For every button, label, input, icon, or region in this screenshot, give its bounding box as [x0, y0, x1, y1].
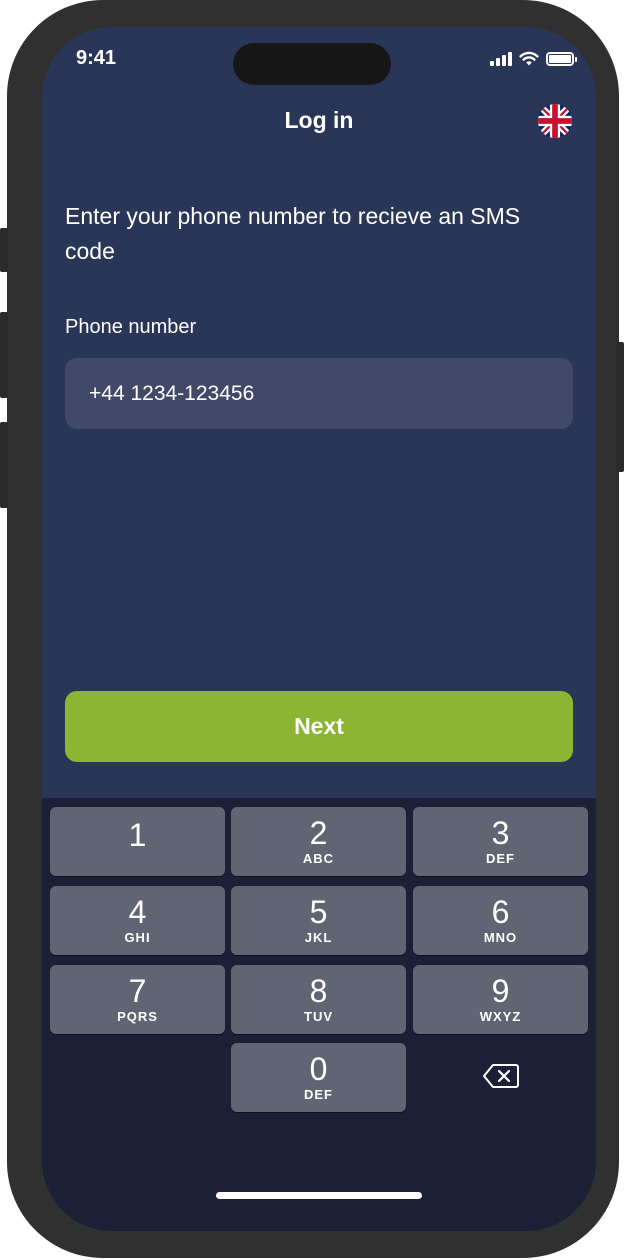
- key-number: 9: [491, 973, 510, 1009]
- key-number: 2: [309, 815, 328, 851]
- key-letters: ABC: [302, 851, 335, 866]
- key-number: 1: [128, 817, 147, 853]
- key-6[interactable]: 6 MNO: [413, 886, 588, 955]
- key-9[interactable]: 9 WXYZ: [413, 965, 588, 1034]
- key-letters: WXYZ: [479, 1009, 522, 1024]
- key-number: 4: [128, 894, 147, 930]
- key-letters: DEF: [304, 1087, 333, 1102]
- key-letters: GHI: [124, 930, 151, 945]
- key-letters: PQRS: [117, 1009, 158, 1024]
- key-number: 6: [491, 894, 510, 930]
- home-indicator[interactable]: [216, 1192, 422, 1199]
- key-number: 8: [309, 973, 328, 1009]
- key-4[interactable]: 4 GHI: [50, 886, 225, 955]
- cellular-signal-icon: [490, 51, 512, 66]
- key-8[interactable]: 8 TUV: [231, 965, 406, 1034]
- key-number: 3: [491, 815, 510, 851]
- uk-flag-icon[interactable]: [538, 104, 572, 138]
- key-letters: JKL: [304, 930, 333, 945]
- key-number: 7: [128, 973, 147, 1009]
- key-7[interactable]: 7 PQRS: [50, 965, 225, 1034]
- phone-number-input[interactable]: [65, 358, 573, 429]
- backspace-icon[interactable]: [482, 1063, 520, 1089]
- key-number: 0: [309, 1051, 328, 1087]
- instruction-text: Enter your phone number to recieve an SM…: [65, 203, 521, 264]
- next-button[interactable]: Next: [65, 691, 573, 762]
- status-icons: [490, 51, 577, 66]
- numeric-keypad: 1 2 ABC 3 DEF 4 GHI 5 JKL 6 MNO 7 PQRS 8…: [42, 798, 596, 1231]
- screen: 9:41 Log in Enter your phone number to r: [42, 27, 596, 1231]
- key-number: 5: [309, 894, 328, 930]
- battery-icon: [546, 51, 577, 66]
- key-letters: MNO: [483, 930, 518, 945]
- key-letters: DEF: [486, 851, 515, 866]
- key-3[interactable]: 3 DEF: [413, 807, 588, 876]
- wifi-icon: [519, 51, 539, 66]
- key-5[interactable]: 5 JKL: [231, 886, 406, 955]
- page-title: Log in: [284, 107, 354, 133]
- key-1[interactable]: 1: [50, 807, 225, 876]
- key-letters: TUV: [304, 1009, 333, 1024]
- key-2[interactable]: 2 ABC: [231, 807, 406, 876]
- status-time: 9:41: [76, 47, 117, 69]
- dynamic-island: [233, 43, 391, 85]
- phone-number-label: Phone number: [65, 316, 197, 338]
- key-0[interactable]: 0 DEF: [231, 1043, 406, 1112]
